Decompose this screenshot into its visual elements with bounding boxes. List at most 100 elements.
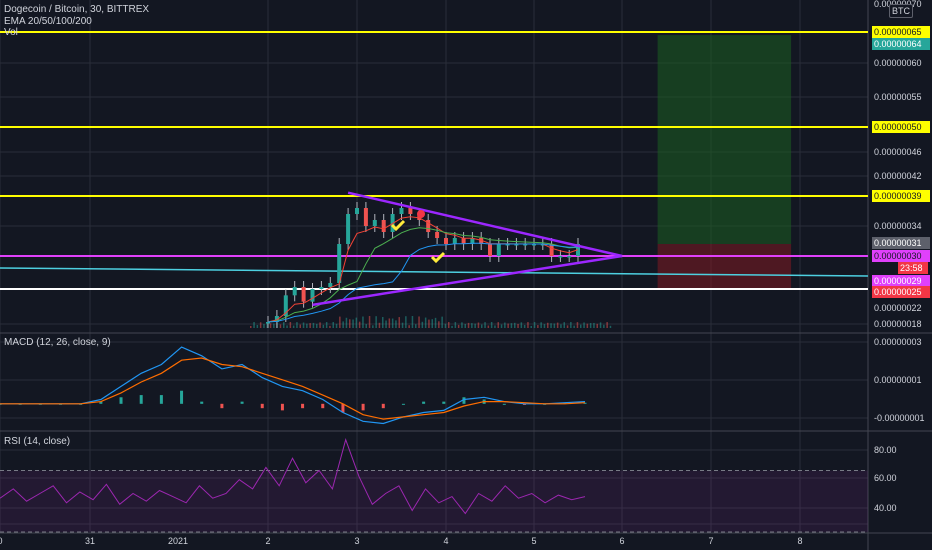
currency-button[interactable]: BTC <box>889 4 913 18</box>
price-axis-tick: 0.00000022 <box>874 303 922 313</box>
volume-bar <box>250 326 252 328</box>
volume-bar <box>530 325 532 328</box>
volume-bar <box>421 321 424 328</box>
candle-body <box>292 287 297 296</box>
loss-zone <box>657 244 792 288</box>
volume-bar <box>543 324 546 328</box>
time-axis: 0 31 2021 2 3 4 5 6 7 8 <box>0 536 803 546</box>
volume-bar <box>471 323 473 328</box>
volume-bar <box>451 325 453 328</box>
rsi-legend[interactable]: RSI (14, close) <box>4 436 70 447</box>
chart-svg[interactable]: 0.000000700.000000600.000000550.00000046… <box>0 0 932 550</box>
volume-bar <box>355 317 358 328</box>
candle-body <box>558 256 563 258</box>
macd-axis-tick: -0.00000001 <box>874 413 925 423</box>
macd-histogram-bar <box>381 403 385 409</box>
symbol-title: Dogecoin / Bitcoin, 30, BITTREX <box>4 4 150 15</box>
macd-legend[interactable]: MACD (12, 26, close, 9) <box>4 337 111 348</box>
volume-bar <box>296 322 298 328</box>
volume-bar <box>583 322 585 328</box>
price-axis-tick: 0.00000034 <box>874 221 922 231</box>
volume-bar <box>500 324 503 328</box>
volume-bar <box>365 324 367 328</box>
volume-bar <box>306 323 308 328</box>
macd-histogram-bar <box>442 401 446 404</box>
volume-bar <box>319 322 321 328</box>
volume-bar <box>401 322 404 328</box>
macd-axis-tick: 0.00000001 <box>874 375 922 385</box>
volume-bar <box>316 323 318 328</box>
volume-bar <box>457 324 460 328</box>
volume-bar <box>405 316 407 328</box>
volume-bar <box>573 325 575 328</box>
volume-bar <box>484 322 486 328</box>
volume-bar <box>299 324 301 328</box>
price-tag-label: 0.00000064 <box>874 39 922 49</box>
volume-bar <box>391 318 394 328</box>
volume-bar <box>279 324 282 328</box>
time-axis-tick: 0 <box>0 536 3 546</box>
volume-bar <box>378 322 381 328</box>
level-tag-label: 0.00000050 <box>874 122 922 132</box>
ema-legend[interactable]: EMA 20/50/100/200 <box>4 16 92 27</box>
volume-bar <box>547 322 549 328</box>
volume-bar <box>497 322 499 328</box>
level-tag-label: 0.00000030 <box>874 251 922 261</box>
volume-bar <box>368 316 371 328</box>
volume-bar <box>431 319 433 328</box>
volume-bar <box>609 325 612 328</box>
volume-bar <box>273 323 275 328</box>
candle-body <box>328 283 333 287</box>
price-candles <box>266 202 580 328</box>
volume-bar <box>329 325 331 328</box>
volume-bar <box>566 325 569 328</box>
time-axis-tick: 2021 <box>168 536 188 546</box>
macd-histogram-bar <box>260 403 264 409</box>
candle-body <box>381 220 386 232</box>
volume-bar <box>332 322 334 328</box>
volume-bar <box>382 317 384 328</box>
candle-body <box>435 232 440 238</box>
volume-bar <box>398 317 400 328</box>
macd-histogram-bar <box>159 395 163 404</box>
volume-bar <box>448 322 450 328</box>
volume-bar <box>563 322 565 328</box>
volume-bar <box>335 323 338 328</box>
volume-bar <box>418 316 420 328</box>
volume-bar <box>474 323 476 328</box>
rsi-band <box>0 470 868 532</box>
candle-body <box>488 244 492 256</box>
volume-bar <box>477 322 480 328</box>
volume-bar <box>349 319 351 328</box>
candle-body <box>346 214 351 244</box>
macd-histogram-bar <box>422 401 426 404</box>
volume-bar <box>411 316 414 328</box>
volume-bars <box>250 316 612 328</box>
price-tag-label: 23:58 <box>900 263 923 273</box>
volume-bar <box>586 323 589 328</box>
price-tag-label: 0.00000025 <box>874 287 922 297</box>
volume-bar <box>606 322 608 328</box>
volume-bar <box>514 322 516 328</box>
macd-histogram-bar <box>321 403 325 409</box>
volume-bar <box>467 322 470 328</box>
volume-bar <box>556 322 559 328</box>
cross-marker-icon <box>417 210 425 218</box>
volume-bar <box>259 322 262 328</box>
chart-stage[interactable]: 0.000000700.000000600.000000550.00000046… <box>0 0 932 550</box>
volume-bar <box>576 322 579 328</box>
macd-axis-tick: 0.00000003 <box>874 337 922 347</box>
price-axis-tick: 0.00000055 <box>874 92 922 102</box>
vol-legend[interactable]: Vol <box>4 27 18 38</box>
candle-body <box>363 208 368 226</box>
candle-body <box>399 208 404 214</box>
volume-bar <box>580 324 582 328</box>
volume-bar <box>434 317 437 328</box>
volume-bar <box>339 316 341 328</box>
volume-bar <box>527 322 529 328</box>
volume-bar <box>461 322 463 328</box>
time-axis-tick: 6 <box>619 536 624 546</box>
profit-zone <box>657 35 792 244</box>
candle-body <box>444 238 448 244</box>
volume-bar <box>520 322 523 328</box>
